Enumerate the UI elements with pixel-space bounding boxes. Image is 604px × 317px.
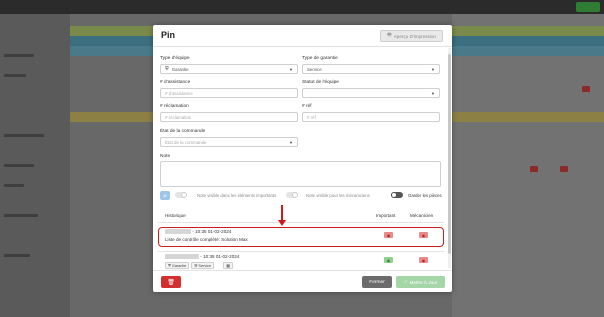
- redacted-user: [165, 254, 199, 260]
- background-red-mark: [560, 166, 568, 172]
- toggle-visible-mechanics-label: Note visible pour les mécaniciens: [306, 193, 370, 198]
- toggle-visible-mechanics[interactable]: [286, 192, 298, 198]
- pin-modal: Pin 🖶 Aperçu D'impression Type d'équipe …: [153, 25, 452, 292]
- check-icon: ✓: [403, 279, 408, 284]
- toggle-knob: [391, 192, 397, 198]
- toggle-visible-important[interactable]: [175, 192, 187, 198]
- sidebar-row: [4, 74, 26, 77]
- chip-service: ⚒ Service: [191, 262, 215, 269]
- annotation-arrow: [281, 205, 283, 221]
- update-button[interactable]: ✓ Mettre À Jour: [396, 276, 445, 288]
- ref-number-label: # réf: [302, 104, 312, 109]
- modal-footer: 🗑 Fermer ✓ Mettre À Jour: [153, 270, 452, 292]
- sidebar-row: [4, 134, 44, 137]
- history-entry-time: - 10:35 01-02-2024: [200, 254, 240, 259]
- important-header: Important: [376, 213, 396, 218]
- note-textarea[interactable]: [160, 161, 441, 187]
- warranty-type-label: Type de garantie: [302, 56, 338, 61]
- sidebar-row: [4, 184, 24, 187]
- assistance-number-input[interactable]: # d'assistance: [160, 88, 298, 98]
- ref-number-input[interactable]: # réf: [302, 112, 440, 122]
- history-header: Historique: [165, 213, 186, 218]
- chip-warranty: ⛨ Garantie: [165, 262, 190, 269]
- calendar-icon: ▦: [226, 264, 230, 268]
- eye-icon[interactable]: ◉: [384, 257, 393, 263]
- modal-title: Pin: [161, 30, 176, 40]
- claim-number-input[interactable]: # réclamation: [160, 112, 298, 122]
- warranty-type-value: Service: [307, 66, 322, 72]
- update-label: Mettre À Jour: [409, 279, 438, 285]
- history-divider: [158, 222, 444, 223]
- background-red-mark: [530, 166, 538, 172]
- sidebar-row: [4, 214, 38, 217]
- note-label: Note: [160, 154, 171, 159]
- assistance-number-label: # d'assistance: [160, 80, 191, 85]
- warranty-type-select[interactable]: Service ▼: [302, 64, 440, 74]
- claim-number-label: # réclamation: [160, 104, 189, 109]
- order-status-placeholder: État de la commande: [165, 139, 207, 145]
- printer-icon: 🖶: [387, 32, 392, 38]
- toggle-keep-parts[interactable]: [391, 192, 403, 198]
- equipment-type-value: Garantie: [171, 66, 189, 72]
- chevron-down-icon: ▼: [431, 67, 435, 72]
- sidebar-row: [4, 164, 34, 167]
- background-sidebar: [0, 14, 70, 317]
- order-status-label: État de la commande: [160, 129, 206, 134]
- annotation-arrow-head: [278, 220, 286, 226]
- background-grid: [452, 14, 604, 317]
- toggle-knob: [181, 192, 187, 198]
- highlight-box: [158, 227, 444, 247]
- trash-icon: 🗑: [167, 279, 175, 286]
- print-preview-button[interactable]: 🖶 Aperçu D'impression: [380, 30, 443, 42]
- shield-icon: ⛨: [168, 263, 171, 268]
- equipment-type-label: Type d'équipe: [160, 56, 190, 61]
- modal-header: Pin 🖶 Aperçu D'impression: [153, 25, 452, 47]
- mechanic-header: Mécanicien: [410, 213, 434, 218]
- history-entry-timestamp: - 10:35 01-02-2024: [165, 254, 240, 260]
- toggle-visible-important-label: Note visible dans les éléments important…: [197, 193, 277, 198]
- toggle-knob: [292, 192, 298, 198]
- paperclip-icon: ⌀: [163, 192, 167, 199]
- history-divider: [158, 251, 444, 252]
- attach-button[interactable]: ⌀: [160, 191, 170, 200]
- sidebar-row: [4, 254, 30, 257]
- equipment-type-select[interactable]: ⛨ Garantie ▼: [160, 64, 298, 74]
- chevron-down-icon: ▼: [289, 140, 293, 145]
- scrollbar-thumb[interactable]: [448, 54, 451, 254]
- order-status-select[interactable]: État de la commande ▼: [160, 137, 298, 147]
- eye-icon[interactable]: ◉: [419, 257, 428, 263]
- wrench-icon: ⚒: [194, 264, 198, 268]
- background-topbar: [0, 0, 604, 14]
- chevron-down-icon: ▼: [431, 91, 435, 96]
- equipment-status-label: Statut de l'équipe: [302, 80, 339, 85]
- sidebar-row: [4, 54, 34, 57]
- chip-extra: ▦: [223, 262, 233, 269]
- modal-scrollbar[interactable]: [448, 48, 451, 268]
- chevron-down-icon: ▼: [289, 67, 293, 72]
- background-red-mark: [582, 86, 590, 92]
- delete-button[interactable]: 🗑: [161, 276, 181, 288]
- print-preview-label: Aperçu D'impression: [393, 33, 436, 39]
- toggle-keep-parts-label: Garder les pièces: [408, 193, 442, 198]
- close-button[interactable]: Fermer: [362, 276, 392, 288]
- chip-label: Garantie: [171, 263, 187, 268]
- background-action-button: [576, 2, 600, 12]
- equipment-status-select[interactable]: ▼: [302, 88, 440, 98]
- shield-icon: ⛨: [165, 66, 169, 72]
- chip-label: Service: [198, 263, 212, 268]
